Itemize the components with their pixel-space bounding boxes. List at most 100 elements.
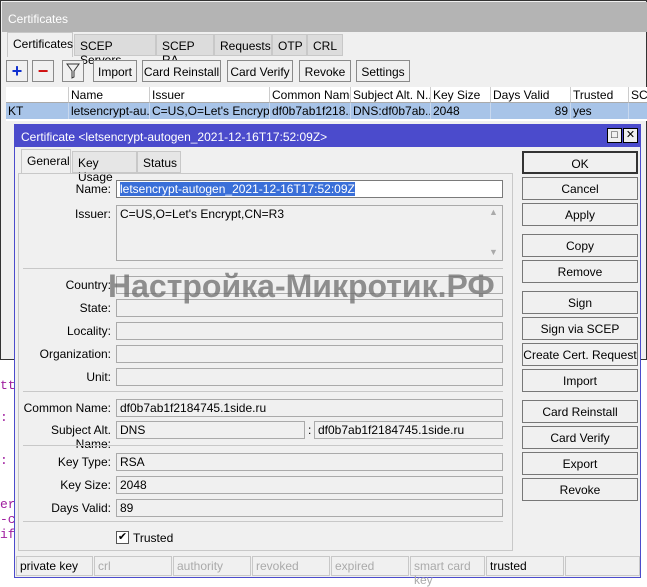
export-button[interactable]: Export bbox=[522, 452, 638, 475]
country-label: Country: bbox=[65, 278, 111, 292]
maximize-button[interactable]: □ bbox=[607, 128, 622, 143]
add-button[interactable]: + bbox=[6, 60, 28, 82]
scroll-down-icon[interactable]: ▼ bbox=[489, 247, 498, 257]
key-type-input[interactable]: RSA bbox=[116, 453, 503, 471]
create-cert-request-button[interactable]: Create Cert. Request bbox=[522, 343, 638, 366]
status-authority: authority bbox=[173, 556, 251, 576]
subject-alt-name-label: Subject Alt. Name: bbox=[50, 423, 111, 451]
window-title: Certificates bbox=[2, 2, 647, 32]
state-label: State: bbox=[79, 301, 111, 315]
settings-button[interactable]: Settings bbox=[356, 60, 410, 82]
name-input[interactable]: letsencrypt-autogen_2021-12-16T17:52:09Z bbox=[116, 180, 503, 198]
cell-common-name[interactable]: df0b7ab1f218... bbox=[270, 103, 351, 119]
close-icon: ✕ bbox=[625, 129, 636, 141]
card-reinstall-button[interactable]: Card Reinstall bbox=[142, 60, 221, 82]
close-button[interactable]: ✕ bbox=[623, 128, 638, 143]
card-verify-button[interactable]: Card Verify bbox=[522, 426, 638, 449]
cancel-button[interactable]: Cancel bbox=[522, 177, 638, 200]
locality-label: Locality: bbox=[66, 324, 111, 338]
card-reinstall-button[interactable]: Card Reinstall bbox=[522, 400, 638, 423]
locality-input[interactable] bbox=[116, 322, 503, 340]
san-separator: : bbox=[308, 423, 312, 437]
sign-via-scep-button[interactable]: Sign via SCEP bbox=[522, 317, 638, 340]
status-empty bbox=[565, 556, 640, 576]
divider bbox=[23, 391, 503, 392]
column-header-key-size[interactable]: Key Size bbox=[431, 87, 491, 103]
status-smart-card-key: smart card key bbox=[410, 556, 485, 587]
import-button[interactable]: Import bbox=[93, 60, 137, 82]
column-header-flags[interactable] bbox=[6, 87, 69, 103]
filter-icon bbox=[66, 63, 80, 79]
card-verify-button[interactable]: Card Verify bbox=[227, 60, 293, 82]
apply-button[interactable]: Apply bbox=[522, 203, 638, 226]
cell-name[interactable]: letsencrypt-au... bbox=[69, 103, 150, 119]
cell-flags[interactable]: KT bbox=[6, 103, 69, 119]
filter-button[interactable] bbox=[62, 60, 84, 82]
key-size-input[interactable]: 2048 bbox=[116, 476, 503, 494]
trusted-label: Trusted bbox=[133, 531, 174, 545]
unit-input[interactable] bbox=[116, 368, 503, 386]
san-value-input[interactable]: df0b7ab1f2184745.1side.ru bbox=[314, 421, 503, 439]
key-type-label: Key Type: bbox=[57, 455, 111, 469]
tab-crl[interactable]: CRL bbox=[307, 34, 343, 56]
tab-requests[interactable]: Requests bbox=[214, 34, 272, 56]
issuer-label: Issuer: bbox=[74, 207, 111, 221]
cell-trusted[interactable]: yes bbox=[571, 103, 629, 119]
background-code: : bbox=[0, 453, 8, 468]
status-expired: expired bbox=[331, 556, 409, 576]
watermark: Настройка-Микротик.РФ bbox=[108, 268, 495, 304]
status-crl: crl bbox=[94, 556, 172, 576]
tab-certificates[interactable]: Certificates bbox=[7, 32, 73, 57]
cell-key-size[interactable]: 2048 bbox=[431, 103, 491, 119]
cell-sc[interactable] bbox=[629, 103, 647, 119]
name-value: letsencrypt-autogen_2021-12-16T17:52:09Z bbox=[120, 182, 355, 196]
issuer-textarea[interactable]: C=US,O=Let's Encrypt,CN=R3 bbox=[116, 205, 503, 261]
column-header-days-valid[interactable]: Days Valid bbox=[491, 87, 571, 103]
column-header-name[interactable]: Name bbox=[69, 87, 150, 103]
days-valid-label: Days Valid: bbox=[51, 501, 111, 515]
tab-otp[interactable]: OTP bbox=[272, 34, 307, 56]
tab-scep-ra[interactable]: SCEP RA bbox=[156, 34, 214, 67]
tab-scep-servers[interactable]: SCEP Servers bbox=[74, 34, 156, 67]
copy-button[interactable]: Copy bbox=[522, 234, 638, 257]
remove-button[interactable]: − bbox=[32, 60, 54, 82]
import-button[interactable]: Import bbox=[522, 369, 638, 392]
san-type-select[interactable]: DNS bbox=[116, 421, 305, 439]
divider bbox=[23, 445, 503, 446]
remove-button[interactable]: Remove bbox=[522, 260, 638, 283]
column-header-issuer[interactable]: Issuer bbox=[150, 87, 270, 103]
status-revoked: revoked bbox=[252, 556, 330, 576]
scroll-up-icon[interactable]: ▲ bbox=[489, 207, 498, 217]
key-size-label: Key Size: bbox=[60, 478, 111, 492]
divider bbox=[23, 521, 503, 522]
column-header-sc[interactable]: SC bbox=[629, 87, 647, 103]
check-icon: ✔ bbox=[117, 531, 128, 543]
organization-label: Organization: bbox=[39, 347, 111, 361]
tab-status[interactable]: Status bbox=[137, 151, 181, 173]
certificates-table: Name Issuer Common Name Subject Alt. N..… bbox=[6, 87, 647, 121]
column-header-subject-alt-name[interactable]: Subject Alt. N... bbox=[351, 87, 431, 103]
revoke-button[interactable]: Revoke bbox=[522, 478, 638, 501]
column-header-trusted[interactable]: Trusted bbox=[571, 87, 629, 103]
trusted-checkbox[interactable]: ✔ bbox=[116, 531, 129, 544]
column-header-common-name[interactable]: Common Name bbox=[270, 87, 351, 103]
organization-input[interactable] bbox=[116, 345, 503, 363]
cell-subject-alt-name[interactable]: DNS:df0b7ab... bbox=[351, 103, 431, 119]
certificate-dialog: Certificate <letsencrypt-autogen_2021-12… bbox=[14, 124, 641, 587]
background-code: : bbox=[0, 410, 8, 425]
days-valid-input[interactable]: 89 bbox=[116, 499, 503, 517]
revoke-button[interactable]: Revoke bbox=[299, 60, 351, 82]
tab-key-usage[interactable]: Key Usage bbox=[72, 151, 137, 184]
tab-general[interactable]: General bbox=[21, 149, 71, 174]
unit-label: Unit: bbox=[86, 370, 111, 384]
maximize-icon: □ bbox=[611, 129, 618, 141]
ok-button[interactable]: OK bbox=[522, 151, 638, 174]
status-trusted: trusted bbox=[486, 556, 564, 576]
sign-button[interactable]: Sign bbox=[522, 291, 638, 314]
minus-icon: − bbox=[37, 61, 49, 81]
status-private-key: private key bbox=[16, 556, 93, 576]
plus-icon: + bbox=[11, 61, 23, 81]
cell-issuer[interactable]: C=US,O=Let's Encrypt... bbox=[150, 103, 270, 119]
cell-days-valid[interactable]: 89 bbox=[491, 103, 571, 119]
common-name-input[interactable]: df0b7ab1f2184745.1side.ru bbox=[116, 399, 503, 417]
